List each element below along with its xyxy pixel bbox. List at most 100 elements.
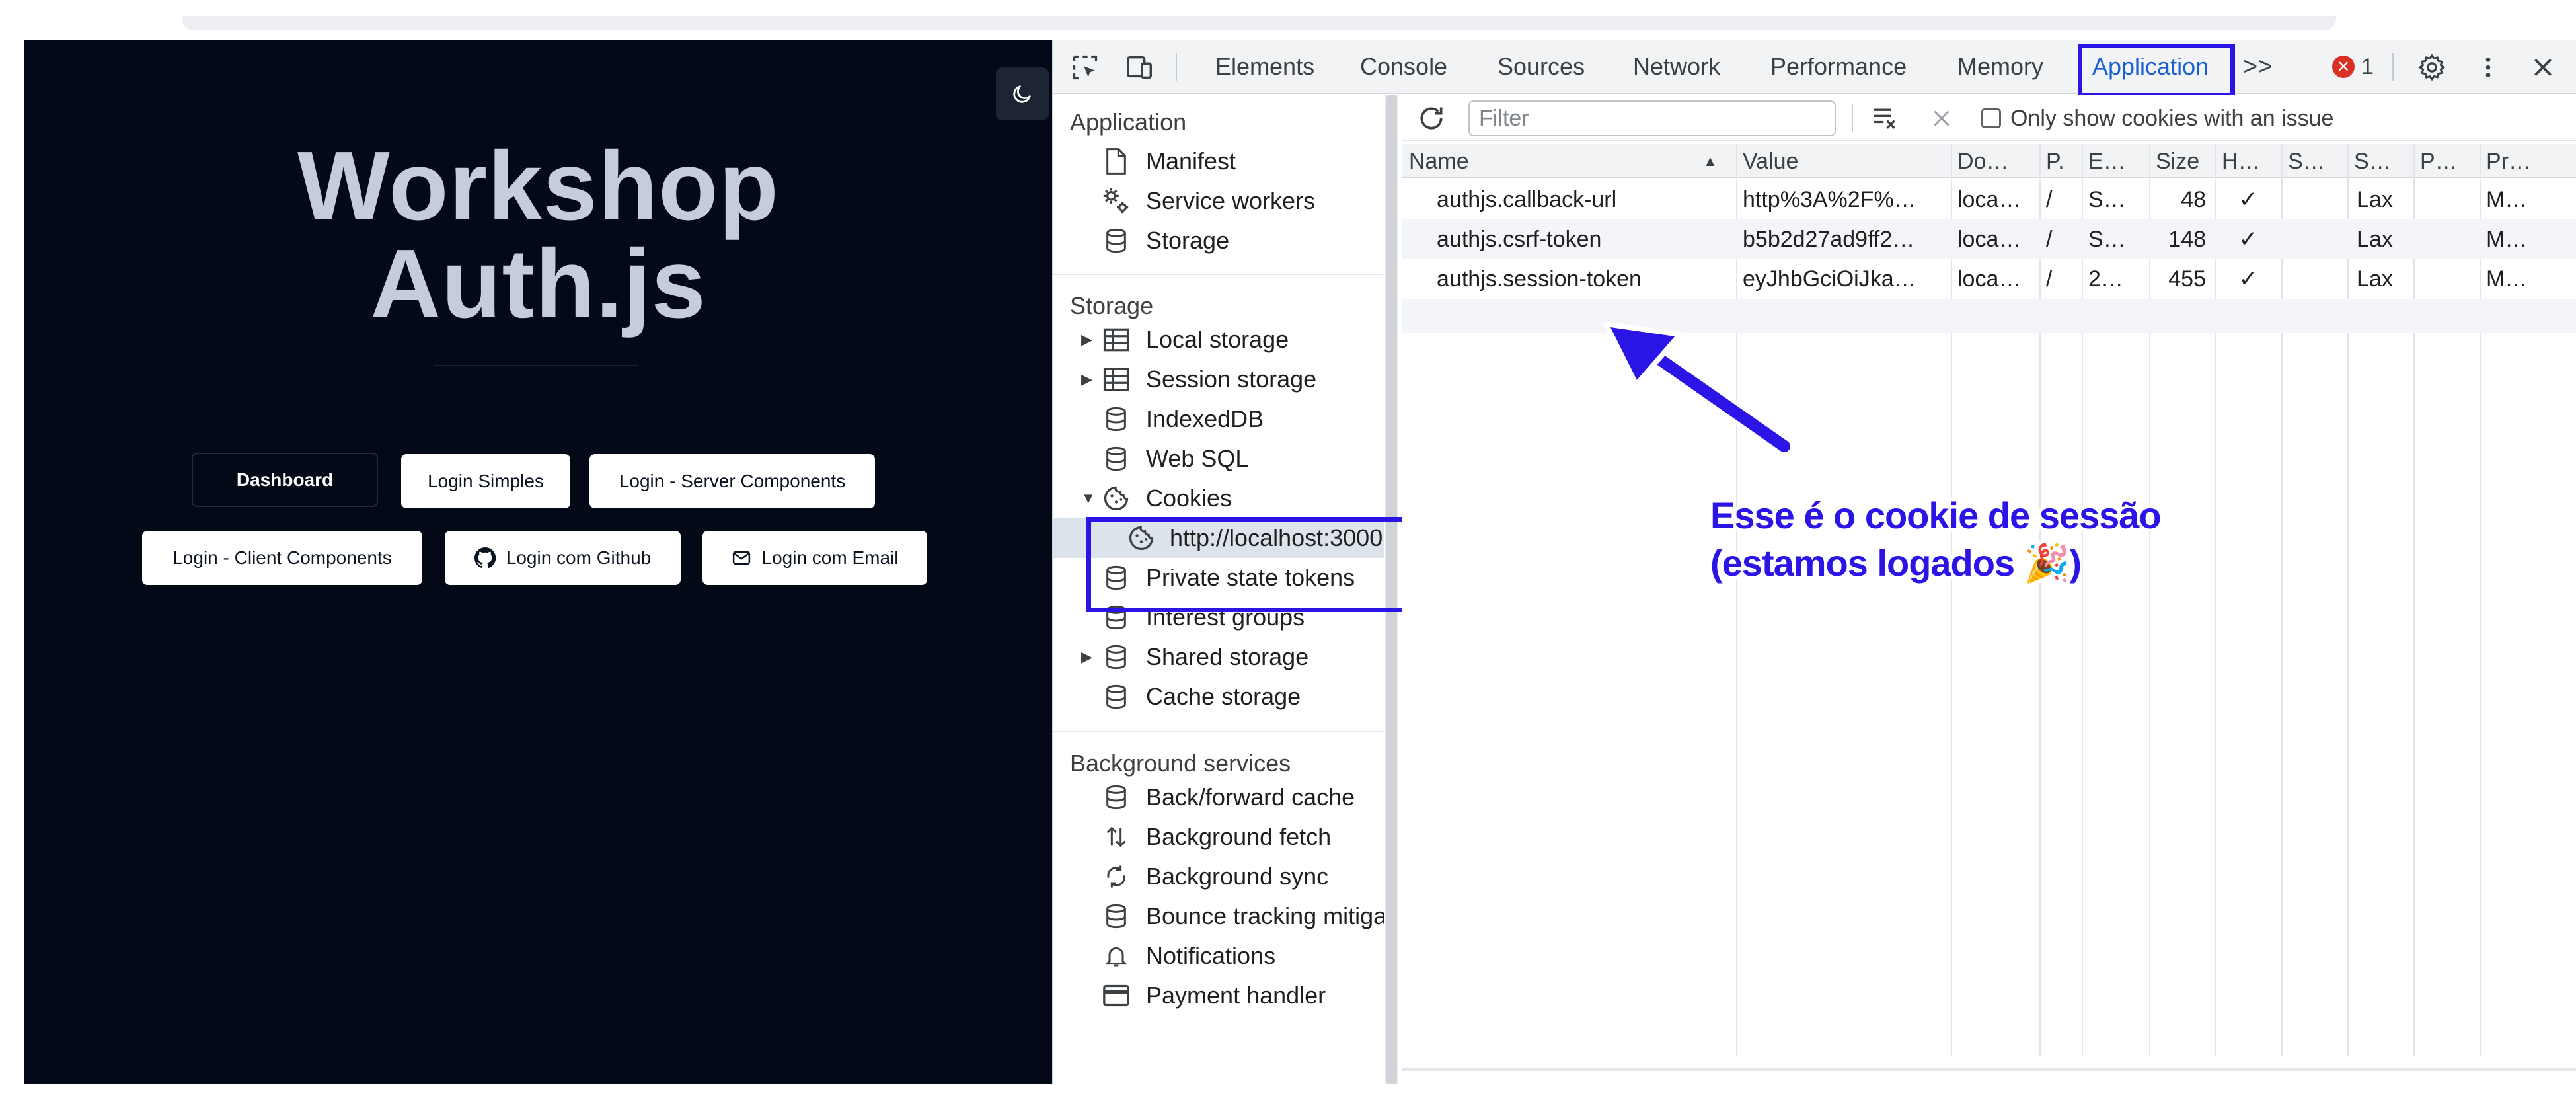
cell-secure — [2281, 219, 2347, 259]
only-issue-label: Only show cookies with an issue — [2010, 105, 2334, 131]
sync-icon — [1101, 861, 1131, 892]
annotation-line2: (estamos logados 🎉) — [1710, 542, 2082, 584]
sidebar-item-indexeddb[interactable]: IndexedDB — [1053, 399, 1384, 439]
cell-name: authjs.csrf-token — [1437, 226, 1602, 252]
more-tabs-button[interactable]: >> — [2243, 40, 2272, 94]
database-icon — [1101, 782, 1131, 812]
cell-priority: M… — [2486, 226, 2528, 252]
column-header-path[interactable]: P. — [2039, 144, 2082, 178]
error-count-badge[interactable]: ✕ 1 — [2332, 53, 2374, 81]
login-simples-button[interactable]: Login Simples — [401, 454, 570, 508]
login-github-button-label: Login com Github — [506, 547, 652, 568]
sidebar-item-back-forward-cache[interactable]: Back/forward cache — [1053, 777, 1384, 817]
login-server-components-button[interactable]: Login - Server Components — [589, 454, 875, 508]
filter-separator — [1852, 104, 1853, 132]
column-header-name[interactable]: Name ▲ — [1402, 144, 1736, 178]
expand-arrow-icon[interactable]: ▶ — [1081, 331, 1094, 348]
dashboard-button[interactable]: Dashboard — [192, 453, 378, 507]
page-title-line2: Auth.js — [370, 229, 706, 338]
login-github-button[interactable]: Login com Github — [445, 531, 681, 585]
tab-memory[interactable]: Memory — [1957, 40, 2043, 94]
browser-top-strip — [0, 0, 2576, 40]
login-email-button[interactable]: Login com Email — [702, 531, 927, 585]
column-header-value[interactable]: Value — [1736, 144, 1951, 178]
cell-value: http%3A%2F%… — [1743, 186, 1916, 212]
table-row[interactable]: authjs.csrf-token b5b2d27ad9ff2… loca… /… — [1402, 219, 2576, 259]
cell-samesite: Lax — [2357, 226, 2393, 252]
moon-icon — [1013, 85, 1031, 103]
database-icon — [1101, 404, 1131, 434]
column-header-size[interactable]: Size — [2149, 144, 2215, 178]
webpage-viewport: Workshop Auth.js Dashboard Login Simples… — [24, 40, 1052, 1084]
toolbar-separator — [1176, 53, 1177, 81]
close-icon[interactable] — [2526, 50, 2560, 85]
sidebar-item-cache-storage[interactable]: Cache storage — [1053, 677, 1384, 717]
cell-path: / — [2046, 266, 2053, 292]
expand-arrow-icon[interactable]: ▶ — [1081, 371, 1094, 388]
table-row[interactable]: authjs.session-token eyJhbGciOiJka… loca… — [1402, 259, 2576, 299]
login-client-components-button[interactable]: Login - Client Components — [142, 531, 422, 585]
sidebar-header-storage: Storage — [1070, 292, 1154, 319]
sidebar-item-bounce-tracking[interactable]: Bounce tracking mitigations — [1053, 896, 1384, 936]
column-header-samesite[interactable]: S… — [2347, 144, 2413, 178]
sidebar-item-payment-handler[interactable]: Payment handler — [1053, 976, 1384, 1015]
sidebar-item-notifications[interactable]: Notifications — [1053, 936, 1384, 976]
sidebar-item-session-storage[interactable]: ▶ Session storage — [1053, 360, 1384, 399]
cell-expires: S… — [2088, 226, 2126, 252]
tab-network[interactable]: Network — [1633, 40, 1720, 94]
gear-icon[interactable] — [2415, 50, 2449, 85]
column-header-expires[interactable]: E… — [2082, 144, 2149, 178]
column-header-secure[interactable]: S… — [2281, 144, 2347, 178]
tab-sources[interactable]: Sources — [1497, 40, 1585, 94]
tab-elements[interactable]: Elements — [1215, 40, 1314, 94]
table-bottom-border — [1402, 1068, 2576, 1071]
sidebar-item-manifest[interactable]: Manifest — [1053, 141, 1384, 181]
sidebar-item-cookies[interactable]: ▼ Cookies — [1053, 479, 1384, 518]
cell-name: authjs.callback-url — [1437, 186, 1617, 212]
cell-httponly: ✓ — [2238, 187, 2258, 212]
column-header-partition-key[interactable]: P… — [2413, 144, 2480, 178]
credit-card-icon — [1101, 980, 1131, 1011]
sort-ascending-icon: ▲ — [1703, 153, 1718, 169]
filter-input[interactable] — [1468, 100, 1836, 136]
sidebar-item-shared-storage[interactable]: ▶ Shared storage — [1053, 637, 1384, 677]
cell-name: authjs.session-token — [1437, 266, 1642, 292]
delete-selected-icon[interactable] — [1924, 101, 1959, 136]
sidebar-item-background-sync[interactable]: Background sync — [1053, 857, 1384, 896]
title-divider — [434, 365, 638, 366]
inspect-element-icon[interactable] — [1068, 50, 1102, 85]
cell-value: eyJhbGciOiJka… — [1743, 266, 1916, 292]
cell-size: 455 — [2168, 266, 2206, 292]
clear-all-icon[interactable] — [1868, 101, 1902, 136]
sidebar-item-web-sql[interactable]: Web SQL — [1053, 439, 1384, 479]
sidebar-item-background-fetch[interactable]: Background fetch — [1053, 817, 1384, 857]
sidebar-item-local-storage[interactable]: ▶ Local storage — [1053, 320, 1384, 360]
annotation-line1: Esse é o cookie de sessão — [1710, 494, 2162, 536]
sidebar-item-storage[interactable]: Storage — [1053, 221, 1384, 260]
collapse-arrow-icon[interactable]: ▼ — [1081, 490, 1096, 507]
page-title-line1: Workshop — [297, 132, 779, 241]
cell-partition-key — [2413, 180, 2480, 219]
only-issue-checkbox-box[interactable] — [1981, 108, 2001, 128]
more-options-icon[interactable] — [2471, 50, 2505, 85]
column-header-domain[interactable]: Do… — [1951, 144, 2039, 178]
device-toolbar-icon[interactable] — [1122, 50, 1156, 85]
column-header-httponly[interactable]: H… — [2215, 144, 2281, 178]
sidebar-item-service-workers[interactable]: Service workers — [1053, 181, 1384, 221]
column-header-priority[interactable]: Pr… — [2480, 144, 2576, 178]
cell-size: 48 — [2181, 186, 2206, 212]
error-count: 1 — [2361, 54, 2374, 79]
expand-arrow-icon[interactable]: ▶ — [1081, 648, 1094, 666]
table-row[interactable]: authjs.callback-url http%3A%2F%… loca… /… — [1402, 180, 2576, 219]
cell-partition-key — [2413, 219, 2480, 259]
database-icon — [1101, 444, 1131, 474]
refresh-icon[interactable] — [1414, 101, 1449, 136]
theme-toggle-button[interactable] — [996, 67, 1049, 120]
cell-domain: loca… — [1957, 266, 2022, 292]
tab-performance[interactable]: Performance — [1770, 40, 1907, 94]
bell-icon — [1101, 941, 1131, 971]
only-issue-checkbox[interactable]: Only show cookies with an issue — [1981, 103, 2333, 134]
login-simples-button-label: Login Simples — [428, 471, 544, 491]
tab-console[interactable]: Console — [1360, 40, 1447, 94]
cell-secure — [2281, 259, 2347, 299]
